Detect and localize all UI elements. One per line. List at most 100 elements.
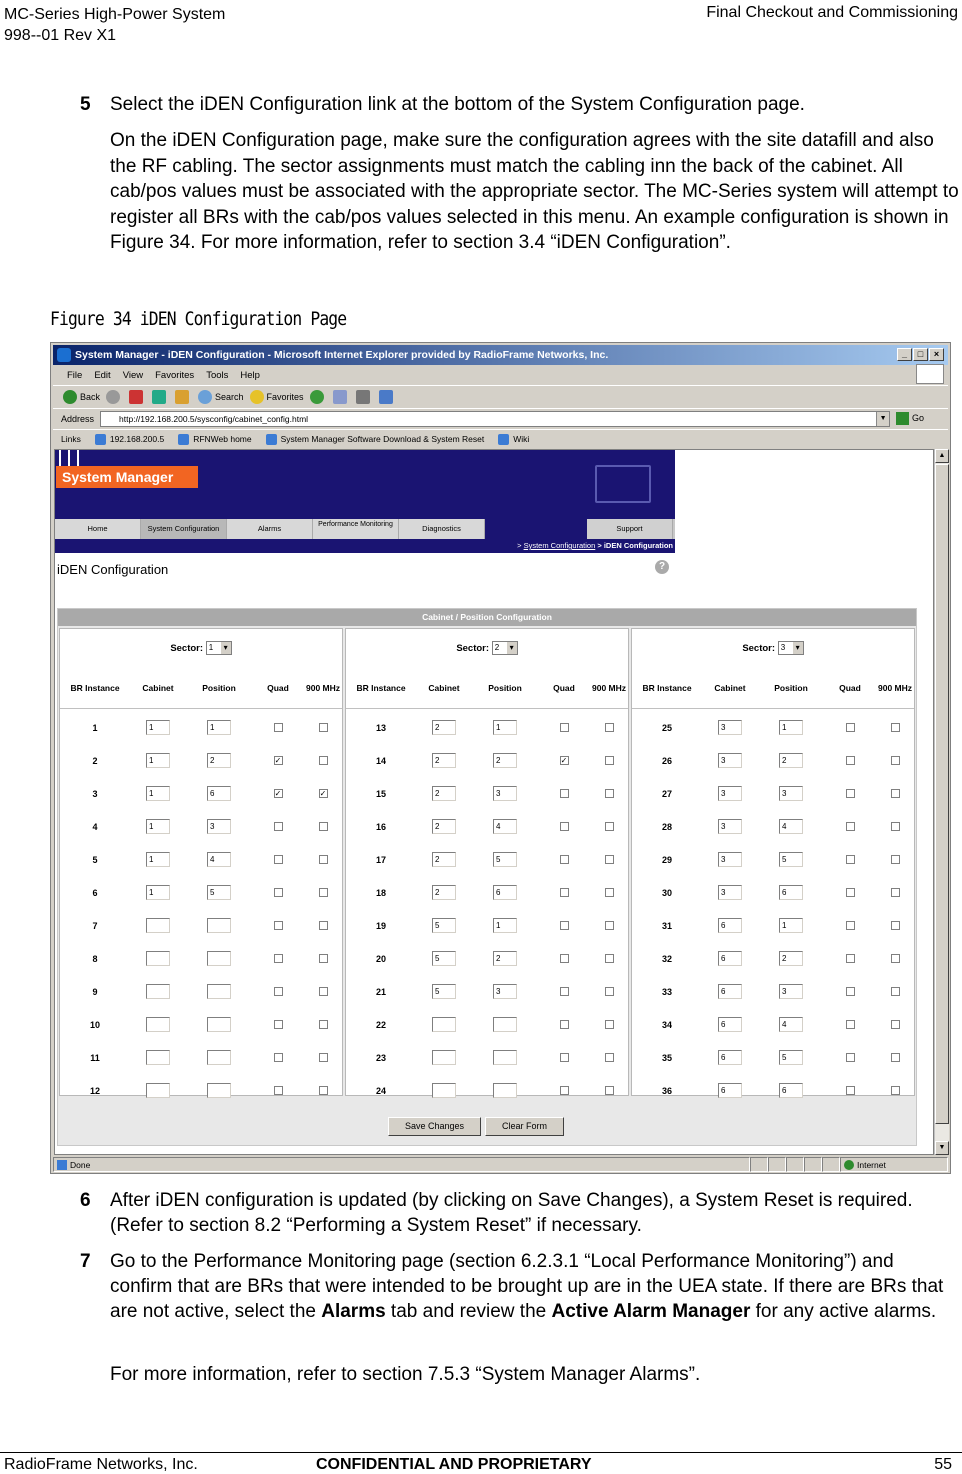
clear-form-button[interactable]: Clear Form (485, 1117, 565, 1136)
quad-checkbox[interactable] (559, 921, 569, 930)
go-button[interactable]: Go (896, 412, 924, 425)
mhz900-checkbox[interactable] (890, 723, 900, 732)
menu-tools[interactable]: Tools (206, 367, 228, 384)
position-input[interactable] (207, 951, 231, 966)
close-icon[interactable]: × (929, 348, 944, 361)
quad-checkbox[interactable] (273, 723, 283, 732)
quad-checkbox[interactable] (559, 1053, 569, 1062)
cabinet-input[interactable]: 2 (432, 753, 456, 768)
position-input[interactable] (207, 984, 231, 999)
position-input[interactable]: 2 (207, 753, 231, 768)
tab-alarms[interactable]: Alarms (227, 519, 313, 539)
cabinet-input[interactable]: 1 (146, 720, 170, 735)
cabinet-input[interactable]: 2 (432, 885, 456, 900)
position-input[interactable]: 6 (779, 885, 803, 900)
position-input[interactable]: 2 (779, 951, 803, 966)
cabinet-input[interactable]: 6 (718, 984, 742, 999)
mhz900-checkbox[interactable] (318, 855, 328, 864)
position-input[interactable]: 5 (779, 852, 803, 867)
cabinet-input[interactable]: 2 (432, 720, 456, 735)
forward-icon[interactable] (106, 389, 121, 404)
mhz900-checkbox[interactable] (318, 1053, 328, 1062)
position-input[interactable]: 4 (779, 819, 803, 834)
quad-checkbox[interactable] (845, 888, 855, 897)
mhz900-checkbox[interactable] (604, 1086, 614, 1095)
cabinet-input[interactable]: 6 (718, 1083, 742, 1098)
minimize-icon[interactable]: _ (897, 348, 912, 361)
cabinet-input[interactable] (146, 984, 170, 999)
quad-checkbox[interactable] (273, 1020, 283, 1029)
mhz900-checkbox[interactable] (604, 822, 614, 831)
mhz900-checkbox[interactable] (604, 723, 614, 732)
cabinet-input[interactable]: 3 (718, 852, 742, 867)
quad-checkbox[interactable]: ✓ (273, 756, 283, 765)
position-input[interactable]: 3 (779, 984, 803, 999)
cabinet-input[interactable]: 2 (432, 819, 456, 834)
position-input[interactable] (207, 1050, 231, 1065)
mhz900-checkbox[interactable] (604, 954, 614, 963)
mhz900-checkbox[interactable] (604, 987, 614, 996)
vertical-scrollbar[interactable]: ▲ ▼ (934, 449, 949, 1155)
cabinet-input[interactable]: 1 (146, 786, 170, 801)
quad-checkbox[interactable] (273, 987, 283, 996)
cabinet-input[interactable]: 6 (718, 1050, 742, 1065)
quad-checkbox[interactable] (559, 855, 569, 864)
tab-diagnostics[interactable]: Diagnostics (399, 519, 485, 539)
quad-checkbox[interactable] (559, 822, 569, 831)
position-input[interactable] (493, 1083, 517, 1098)
quad-checkbox[interactable] (845, 921, 855, 930)
mhz900-checkbox[interactable] (890, 1020, 900, 1029)
quad-checkbox[interactable] (845, 789, 855, 798)
mhz900-checkbox[interactable] (604, 855, 614, 864)
home-icon[interactable] (175, 389, 190, 404)
position-input[interactable] (207, 1083, 231, 1098)
mhz900-checkbox[interactable] (318, 1086, 328, 1095)
position-input[interactable]: 3 (779, 786, 803, 801)
edit-icon[interactable] (378, 389, 393, 404)
position-input[interactable]: 3 (207, 819, 231, 834)
cabinet-input[interactable]: 6 (718, 951, 742, 966)
cabinet-input[interactable]: 3 (718, 720, 742, 735)
position-input[interactable]: 6 (207, 786, 231, 801)
mhz900-checkbox[interactable] (318, 987, 328, 996)
link-software-download[interactable]: System Manager Software Download & Syste… (266, 430, 485, 447)
tab-system-configuration[interactable]: System Configuration (141, 519, 227, 539)
help-icon[interactable]: ? (655, 560, 669, 574)
mhz900-checkbox[interactable] (890, 987, 900, 996)
link-rfnweb[interactable]: RFNWeb home (178, 430, 251, 447)
cabinet-input[interactable] (146, 1050, 170, 1065)
chevron-down-icon[interactable]: ▼ (876, 411, 890, 426)
position-input[interactable] (207, 918, 231, 933)
cabinet-input[interactable]: 5 (432, 951, 456, 966)
cabinet-input[interactable]: 1 (146, 753, 170, 768)
position-input[interactable]: 3 (493, 786, 517, 801)
mhz900-checkbox[interactable] (890, 756, 900, 765)
position-input[interactable]: 2 (779, 753, 803, 768)
cabinet-input[interactable] (146, 1083, 170, 1098)
cabinet-input[interactable]: 5 (432, 984, 456, 999)
mhz900-checkbox[interactable] (604, 1053, 614, 1062)
mhz900-checkbox[interactable] (604, 921, 614, 930)
quad-checkbox[interactable] (845, 1053, 855, 1062)
cabinet-input[interactable]: 3 (718, 753, 742, 768)
print-icon[interactable] (355, 389, 370, 404)
address-input[interactable]: http://192.168.200.5/sysconfig/cabinet_c… (100, 410, 891, 427)
back-button[interactable]: Back (63, 386, 100, 408)
mhz900-checkbox[interactable] (318, 954, 328, 963)
quad-checkbox[interactable] (845, 855, 855, 864)
cabinet-input[interactable] (146, 918, 170, 933)
quad-checkbox[interactable] (273, 954, 283, 963)
position-input[interactable]: 5 (779, 1050, 803, 1065)
position-input[interactable]: 1 (207, 720, 231, 735)
mhz900-checkbox[interactable] (318, 723, 328, 732)
link-wiki[interactable]: Wiki (498, 430, 529, 447)
cabinet-input[interactable]: 1 (146, 852, 170, 867)
link-ip[interactable]: 192.168.200.5 (95, 430, 164, 447)
cabinet-input[interactable] (432, 1017, 456, 1032)
position-input[interactable]: 4 (207, 852, 231, 867)
cabinet-input[interactable]: 1 (146, 885, 170, 900)
quad-checkbox[interactable] (273, 1053, 283, 1062)
quad-checkbox[interactable] (273, 921, 283, 930)
quad-checkbox[interactable] (845, 1020, 855, 1029)
cabinet-input[interactable]: 2 (432, 786, 456, 801)
